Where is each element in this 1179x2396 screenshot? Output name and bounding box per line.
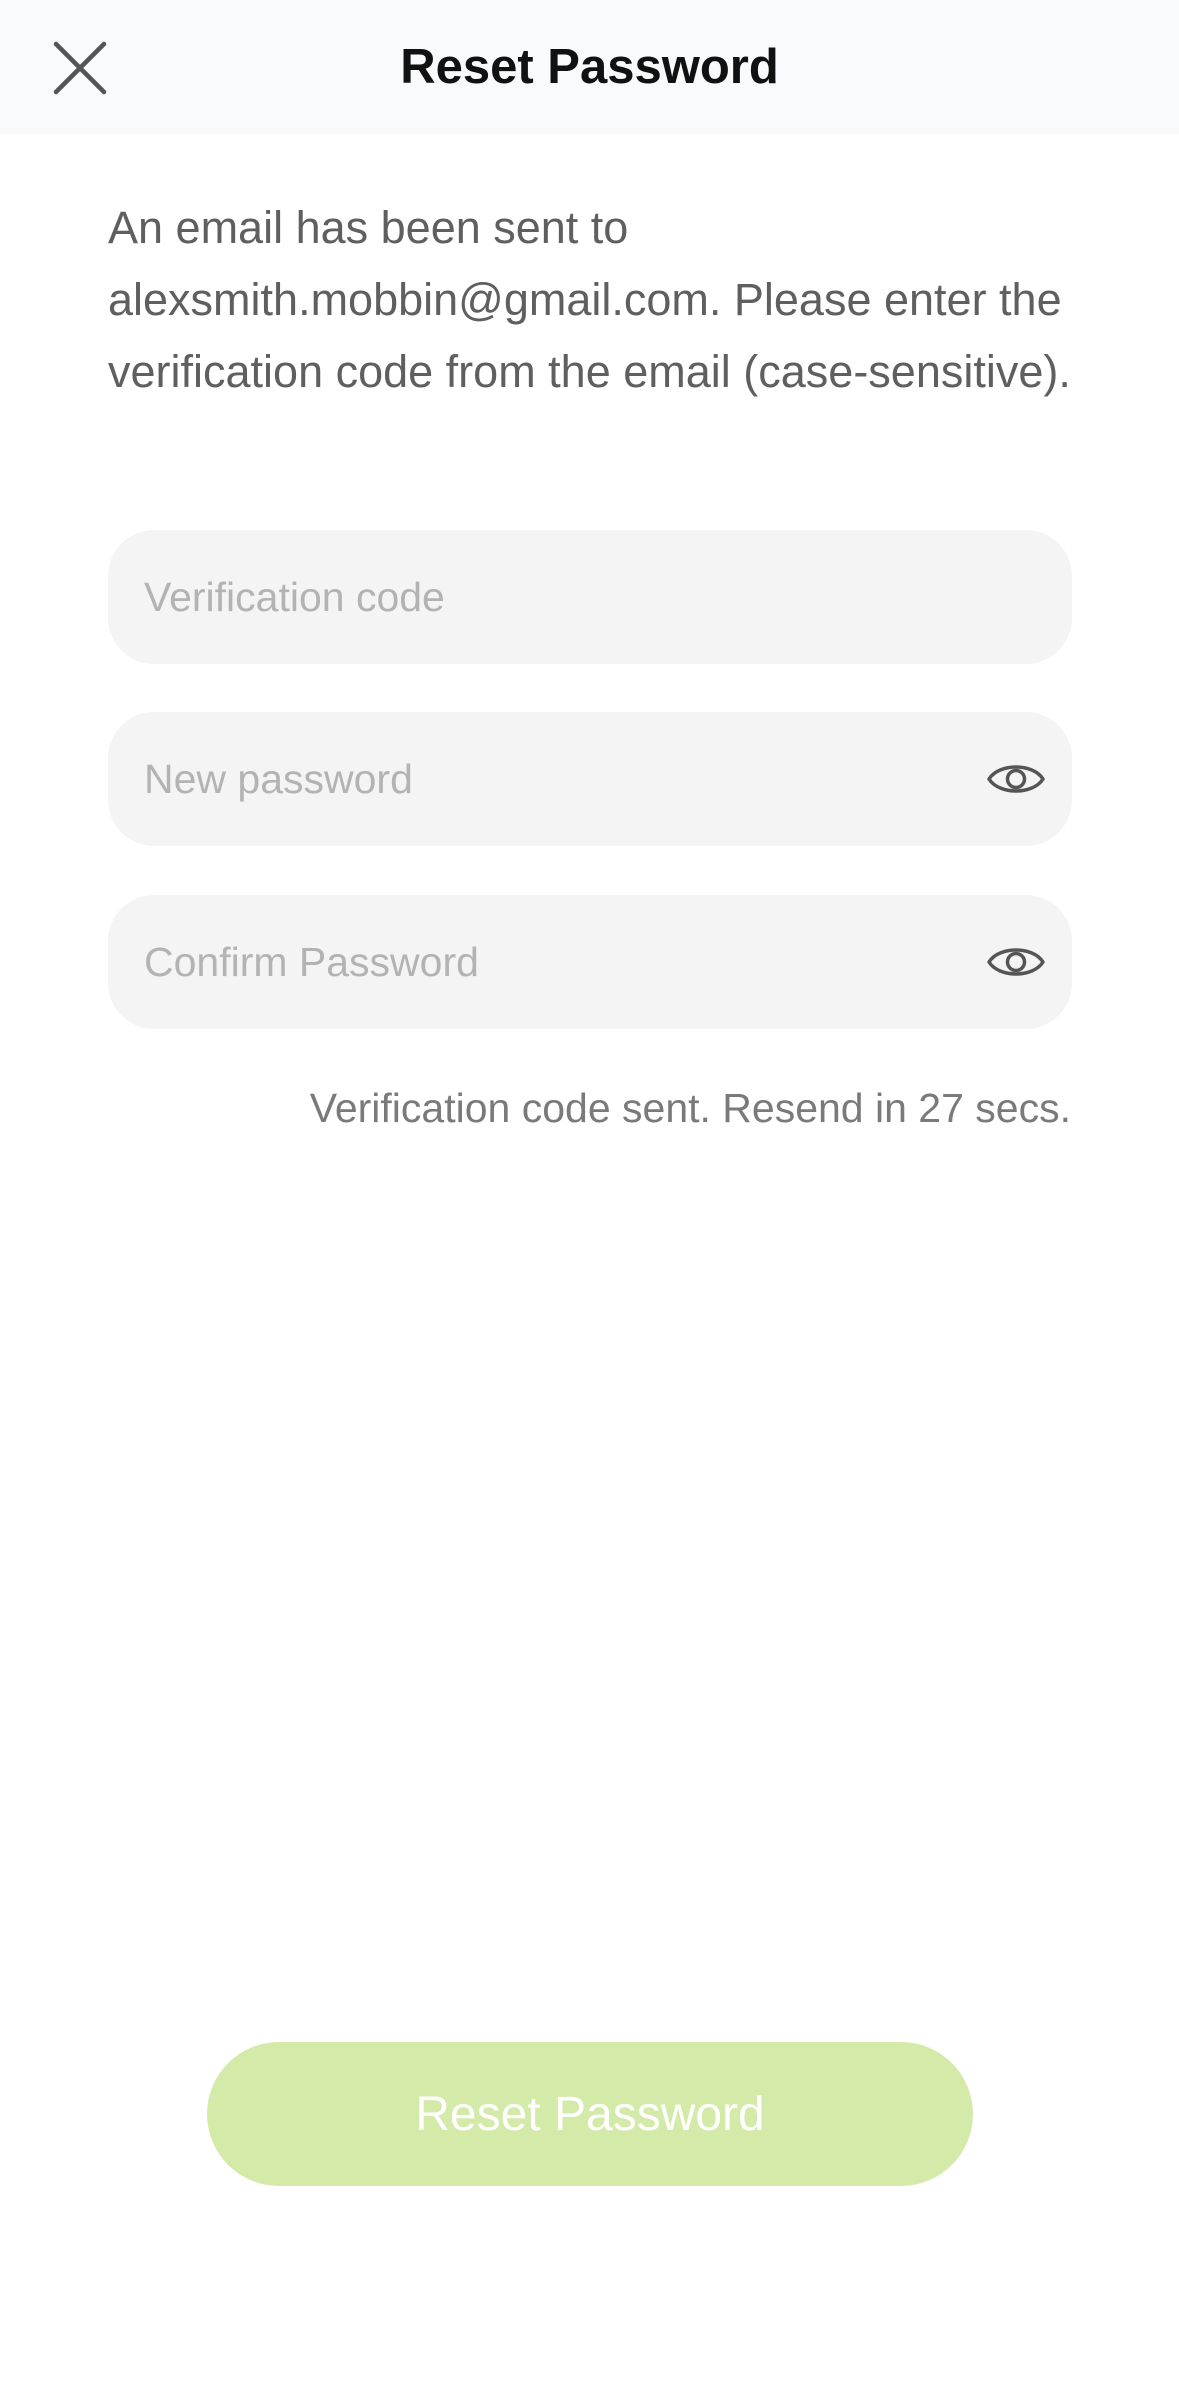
resend-countdown-text: Verification code sent. Resend in 27 sec… [309, 1085, 1071, 1131]
eye-icon [987, 948, 1045, 976]
verification-code-field[interactable] [108, 530, 1072, 664]
confirm-password-field[interactable] [108, 895, 1072, 1029]
close-icon [53, 41, 107, 95]
close-button[interactable] [44, 32, 116, 104]
new-password-input[interactable] [144, 712, 964, 846]
confirm-password-input[interactable] [144, 895, 964, 1029]
page-title: Reset Password [400, 40, 779, 94]
new-password-field[interactable] [108, 712, 1072, 846]
header: Reset Password [0, 0, 1179, 134]
confirm-password-visibility-toggle[interactable] [982, 928, 1050, 996]
eye-icon [987, 765, 1045, 793]
reset-password-button[interactable]: Reset Password [207, 2042, 973, 2186]
new-password-visibility-toggle[interactable] [982, 745, 1050, 813]
instruction-message: An email has been sent to alexsmith.mobb… [108, 202, 1071, 397]
verification-code-input[interactable] [144, 530, 964, 664]
